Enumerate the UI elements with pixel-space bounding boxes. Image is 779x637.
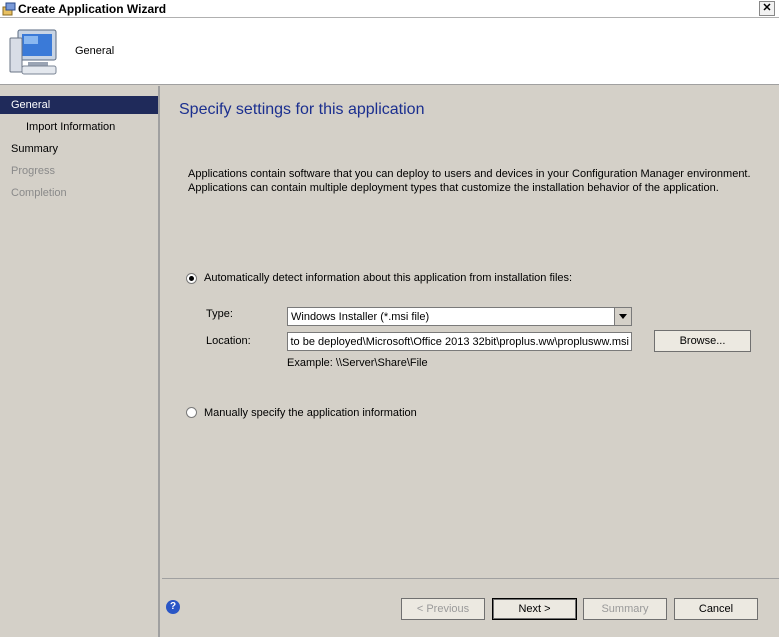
- previous-button: < Previous: [401, 598, 485, 620]
- location-input-value: e to be deployed\Microsoft\Office 2013 3…: [287, 336, 629, 348]
- title-bar: Create Application Wizard ✕: [0, 0, 779, 18]
- wizard-header: General: [0, 18, 779, 85]
- type-select[interactable]: Windows Installer (*.msi file): [287, 307, 632, 326]
- chevron-down-icon[interactable]: [614, 308, 631, 325]
- browse-button[interactable]: Browse...: [654, 330, 751, 352]
- page-title: Specify settings for this application: [179, 101, 425, 118]
- nav-item-general[interactable]: General: [0, 96, 158, 114]
- location-example: Example: \\Server\Share\File: [287, 357, 428, 369]
- nav-item-summary[interactable]: Summary: [0, 140, 158, 158]
- description: Applications contain software that you c…: [188, 167, 768, 195]
- manual-specify-label[interactable]: Manually specify the application informa…: [204, 407, 417, 419]
- nav-item-completion: Completion: [11, 187, 67, 199]
- window-title: Create Application Wizard: [18, 2, 167, 16]
- cancel-button[interactable]: Cancel: [674, 598, 758, 620]
- auto-detect-label[interactable]: Automatically detect information about t…: [204, 272, 572, 284]
- wizard-steps-nav: General Import Information Summary Progr…: [0, 86, 160, 637]
- type-selected-value: Windows Installer (*.msi file): [291, 311, 430, 323]
- summary-button: Summary: [583, 598, 667, 620]
- close-button[interactable]: ✕: [759, 1, 775, 16]
- description-line-1: Applications contain software that you c…: [188, 168, 751, 180]
- next-button[interactable]: Next >: [492, 598, 577, 620]
- radio-selected-dot: [189, 276, 194, 281]
- header-step-label: General: [75, 45, 115, 57]
- wizard-content: Specify settings for this application Ap…: [162, 86, 779, 637]
- auto-detect-radio[interactable]: [186, 273, 197, 284]
- manual-specify-radio[interactable]: [186, 407, 197, 418]
- type-label: Type:: [206, 308, 233, 320]
- help-icon[interactable]: ?: [166, 600, 180, 614]
- wizard-app-icon: [2, 2, 16, 16]
- nav-item-progress: Progress: [11, 165, 56, 177]
- computer-icon: [9, 29, 57, 75]
- footer-divider: [162, 578, 779, 579]
- location-label: Location:: [206, 335, 251, 347]
- description-line-2: Applications can contain multiple deploy…: [188, 182, 719, 194]
- nav-item-import-information[interactable]: Import Information: [0, 118, 158, 136]
- location-input[interactable]: e to be deployed\Microsoft\Office 2013 3…: [287, 332, 632, 351]
